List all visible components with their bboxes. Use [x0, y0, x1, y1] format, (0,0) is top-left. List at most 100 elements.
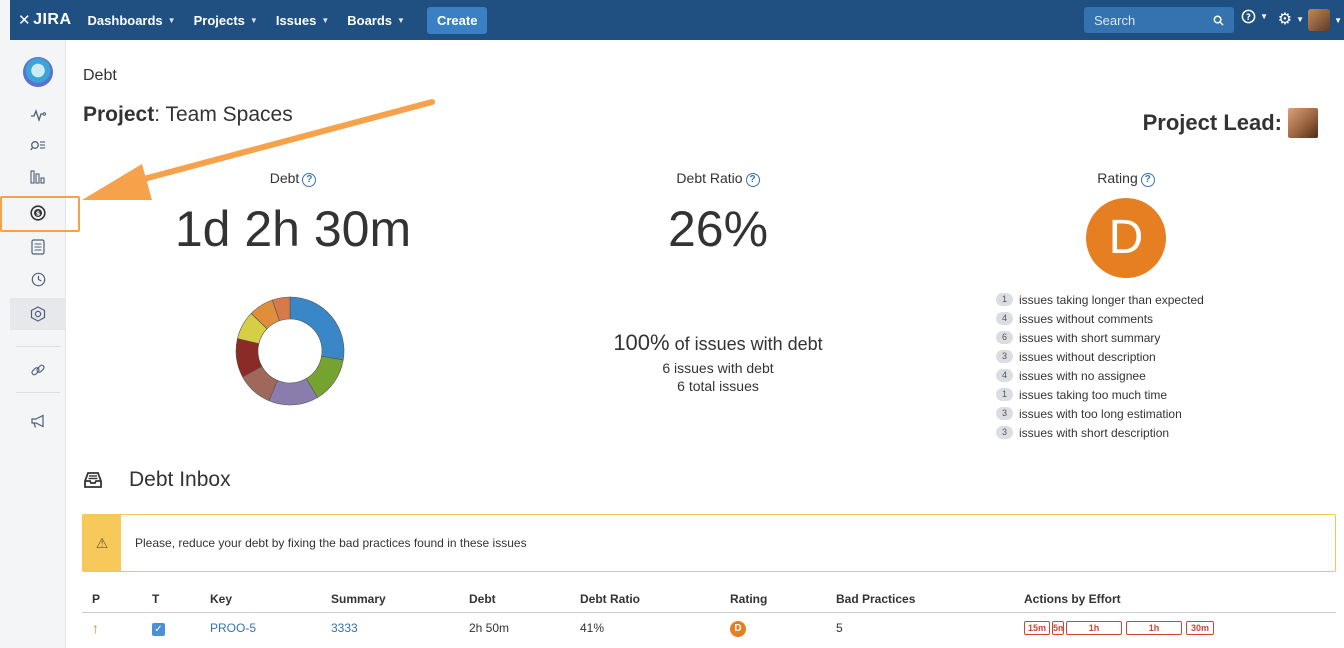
issues-with-debt-count: 6 issues with debt	[662, 360, 774, 376]
debt-percentage-text: of issues with debt	[674, 334, 823, 354]
help-icon[interactable]: ?	[302, 173, 317, 187]
sidebar-item-links[interactable]	[10, 355, 66, 385]
bad-practice-label: issues without description	[1019, 349, 1156, 364]
bad-practice-count: 3	[996, 426, 1013, 439]
help-icon[interactable]: ?	[1140, 173, 1155, 187]
sidebar-item-reports[interactable]	[10, 162, 66, 192]
column-header-key[interactable]: Key	[200, 586, 321, 613]
project-name: : Team Spaces	[154, 103, 293, 126]
project-lead: Project Lead:	[1143, 108, 1318, 138]
help-menu[interactable]: ? ▼	[1241, 9, 1268, 24]
sidebar-item-components[interactable]	[10, 298, 66, 330]
create-button[interactable]: Create	[426, 6, 488, 34]
debt-issues-table: P T Key Summary Debt Debt Ratio Rating B…	[82, 586, 1336, 644]
reports-icon	[30, 170, 45, 184]
project-lead-avatar[interactable]	[1288, 108, 1318, 138]
debt-percentage: 100%	[613, 330, 670, 355]
sidebar-item-announcements[interactable]	[10, 406, 66, 436]
column-header-type[interactable]: T	[142, 586, 200, 613]
bad-practice-label: issues with too long estimation	[1019, 406, 1182, 421]
jira-logo[interactable]: ✕ JIRA	[18, 11, 72, 29]
debt-inbox-heading: Debt Inbox	[129, 468, 231, 491]
project-lead-label: Project Lead:	[1142, 110, 1282, 135]
sidebar-item-backlog[interactable]	[10, 232, 66, 262]
nav-issues[interactable]: Issues ▼	[276, 13, 329, 28]
nav-dashboards[interactable]: Dashboards ▼	[88, 13, 176, 28]
column-header-rating[interactable]: Rating	[720, 586, 826, 613]
debt-cell: 2h 50m	[469, 621, 510, 636]
page-breadcrumb: Debt	[83, 67, 117, 84]
bad-practice-item: 3 issues without description	[996, 347, 1204, 366]
column-header-bad-practices[interactable]: Bad Practices	[826, 586, 1014, 613]
bad-practice-item: 3 issues with short description	[996, 423, 1204, 442]
project-sidebar: $	[10, 40, 66, 648]
debt-inbox-title: Debt Inbox	[83, 468, 231, 492]
bad-practices-list: 1 issues taking longer than expected 4 issu…	[996, 290, 1204, 442]
project-avatar[interactable]	[10, 54, 66, 90]
highlight-box	[0, 196, 80, 232]
project-title: Project: Team Spaces	[83, 103, 293, 127]
settings-menu[interactable]: ⚙ ▼	[1278, 9, 1304, 29]
bad-practice-count: 1	[996, 293, 1013, 306]
issue-key-link[interactable]: PROO-5	[210, 621, 256, 635]
chevron-down-icon: ▼	[167, 15, 176, 25]
rating-label-text: Rating	[1097, 170, 1138, 186]
column-header-priority[interactable]: P	[82, 586, 142, 613]
effort-action[interactable]: 1h	[1126, 621, 1182, 636]
help-icon[interactable]: ?	[745, 173, 760, 187]
debt-metric-label: Debt?	[173, 170, 413, 187]
bad-practice-item: 3 issues with too long estimation	[996, 404, 1204, 423]
sidebar-item-history[interactable]	[10, 264, 66, 294]
effort-action[interactable]: 1h	[1066, 621, 1122, 636]
summary-cell: 3333	[321, 612, 459, 644]
bad-practice-item: 1 issues taking too much time	[996, 385, 1204, 404]
activity-icon	[31, 109, 46, 122]
search-input[interactable]: Search	[1084, 7, 1234, 33]
bad-practice-count: 6	[996, 331, 1013, 344]
sidebar-item-activity[interactable]	[10, 100, 66, 130]
top-navigation-bar: ✕ JIRA Dashboards ▼ Projects ▼ Issues ▼ Boa…	[10, 0, 1344, 40]
debt-label-text: Debt	[269, 170, 300, 186]
issue-summary-link[interactable]: 3333	[331, 621, 358, 635]
debt-ratio-cell: 41%	[580, 621, 605, 636]
search-icon	[1213, 15, 1224, 26]
link-icon	[31, 364, 45, 376]
svg-text:?: ?	[1246, 12, 1251, 22]
column-header-summary[interactable]: Summary	[321, 586, 459, 613]
inbox-icon	[84, 472, 102, 488]
sidebar-item-search[interactable]	[10, 130, 66, 160]
help-icon: ?	[1241, 9, 1256, 24]
user-menu[interactable]: ▼	[1308, 9, 1342, 31]
nav-boards[interactable]: Boards ▼	[347, 13, 405, 28]
rating-cell: D	[720, 612, 826, 644]
chevron-down-icon: ▼	[1296, 14, 1304, 24]
chevron-down-icon: ▼	[1334, 15, 1342, 25]
debt-ratio-label-text: Debt Ratio	[676, 170, 743, 186]
project-label: Project	[83, 103, 155, 126]
rating-metric-label: Rating?	[1006, 170, 1246, 187]
column-header-debt[interactable]: Debt	[459, 586, 570, 613]
effort-actions: 15m 5m 1h 1h 30m	[1024, 621, 1336, 636]
effort-action[interactable]: 5m	[1052, 621, 1064, 636]
nav-projects-label: Projects	[193, 12, 245, 28]
search-list-icon	[30, 141, 45, 151]
main-content: Debt Project: Team Spaces Project Lead: …	[66, 40, 1344, 648]
type-cell: ✓	[142, 612, 200, 644]
nav-dashboards-label: Dashboards	[87, 12, 163, 28]
nav-projects[interactable]: Projects ▼	[194, 13, 258, 28]
effort-action[interactable]: 30m	[1186, 621, 1214, 636]
effort-action[interactable]: 15m	[1024, 621, 1050, 636]
megaphone-icon	[31, 414, 44, 428]
nav-boards-label: Boards	[347, 12, 393, 28]
column-header-actions-by-effort[interactable]: Actions by Effort	[1014, 586, 1336, 613]
table-header-row: P T Key Summary Debt Debt Ratio Rating B…	[82, 586, 1336, 613]
sidebar-divider	[16, 346, 60, 347]
total-issues-count: 6 total issues	[677, 378, 759, 394]
search-placeholder: Search	[1094, 12, 1136, 28]
chevron-down-icon: ▼	[249, 15, 258, 25]
backlog-icon	[31, 239, 45, 255]
bad-practice-label: issues with no assignee	[1019, 368, 1146, 383]
column-header-debt-ratio[interactable]: Debt Ratio	[570, 586, 720, 613]
sidebar-divider	[16, 392, 60, 393]
table-row[interactable]: ↑ ✓ PROO-5 3333 2h 50m 41% D 5 15m 5m 1h…	[82, 612, 1336, 644]
